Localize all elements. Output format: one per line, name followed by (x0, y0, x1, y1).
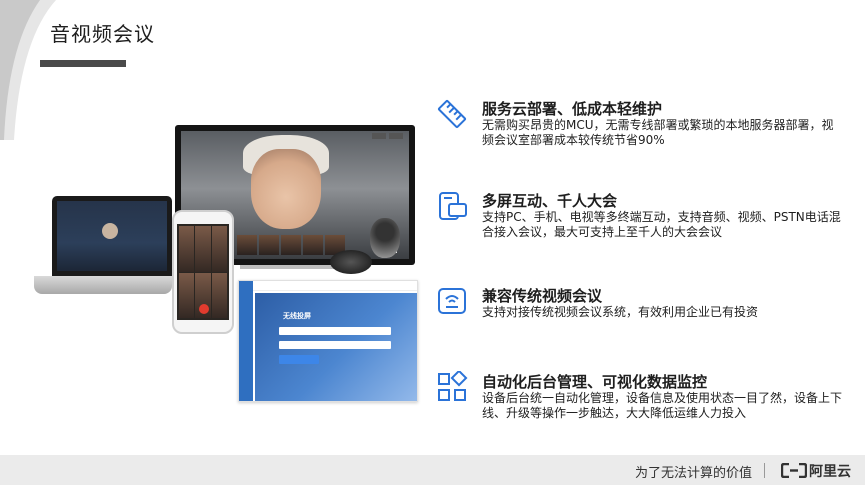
tv-participant-thumbnails (237, 235, 345, 255)
laptop-screen (57, 201, 167, 271)
monitor-device: 无线投屏 (238, 280, 418, 402)
feature-description: 支持PC、手机、电视等多终端互动，支持音频、视频、PSTN电话混合接入会议，最大… (482, 210, 841, 239)
avatar (102, 223, 118, 239)
monitor-app-logo: 无线投屏 (283, 312, 311, 320)
devices-illustration: 无线投屏 (30, 120, 430, 410)
tv-participant-face (251, 149, 321, 229)
feature-title: 多屏互动、千人大会 (482, 192, 618, 210)
end-call-icon (199, 304, 209, 314)
laptop-base (34, 276, 172, 294)
monitor-input-field (279, 341, 391, 349)
phone-screen (177, 224, 229, 320)
footer-divider (764, 463, 765, 478)
feature-title: 兼容传统视频会议 (482, 287, 603, 305)
title-underline-bar (40, 60, 126, 67)
grid-apps-icon (438, 371, 468, 401)
multi-screen-icon (439, 192, 467, 220)
monitor-submit-button (279, 355, 319, 364)
monitor-input-field (279, 327, 391, 335)
aliyun-logo-icon (781, 463, 807, 478)
feature-description: 设备后台统一自动化管理，设备信息及使用状态一目了然，设备上下线、升级等操作一步触… (482, 391, 843, 420)
feature-description: 支持对接传统视频会议系统，有效利用企业已有投资 (482, 305, 759, 319)
camera-device (370, 218, 400, 258)
page-title: 音视频会议 (50, 22, 155, 46)
feature-title: 自动化后台管理、可视化数据监控 (482, 373, 708, 391)
laptop-device (52, 196, 172, 276)
projector-icon (438, 288, 466, 314)
speaker-device (330, 250, 372, 274)
phone-device (172, 210, 234, 334)
footer-bar: 为了无法计算的价值 阿里云 (0, 455, 865, 485)
feature-description: 无需购买昂贵的MCU，无需专线部署或繁琐的本地服务器部署，视频会议室部署成本较传… (482, 118, 834, 147)
ruler-icon (437, 99, 467, 129)
monitor-sidebar (239, 281, 253, 401)
tv-screen-controls (372, 133, 403, 139)
feature-title: 服务云部署、低成本轻维护 (482, 100, 663, 118)
monitor-topbar (253, 281, 417, 291)
footer-slogan: 为了无法计算的价值 (634, 466, 752, 481)
aliyun-logo-text: 阿里云 (809, 464, 851, 480)
monitor-main-panel: 无线投屏 (255, 293, 417, 401)
